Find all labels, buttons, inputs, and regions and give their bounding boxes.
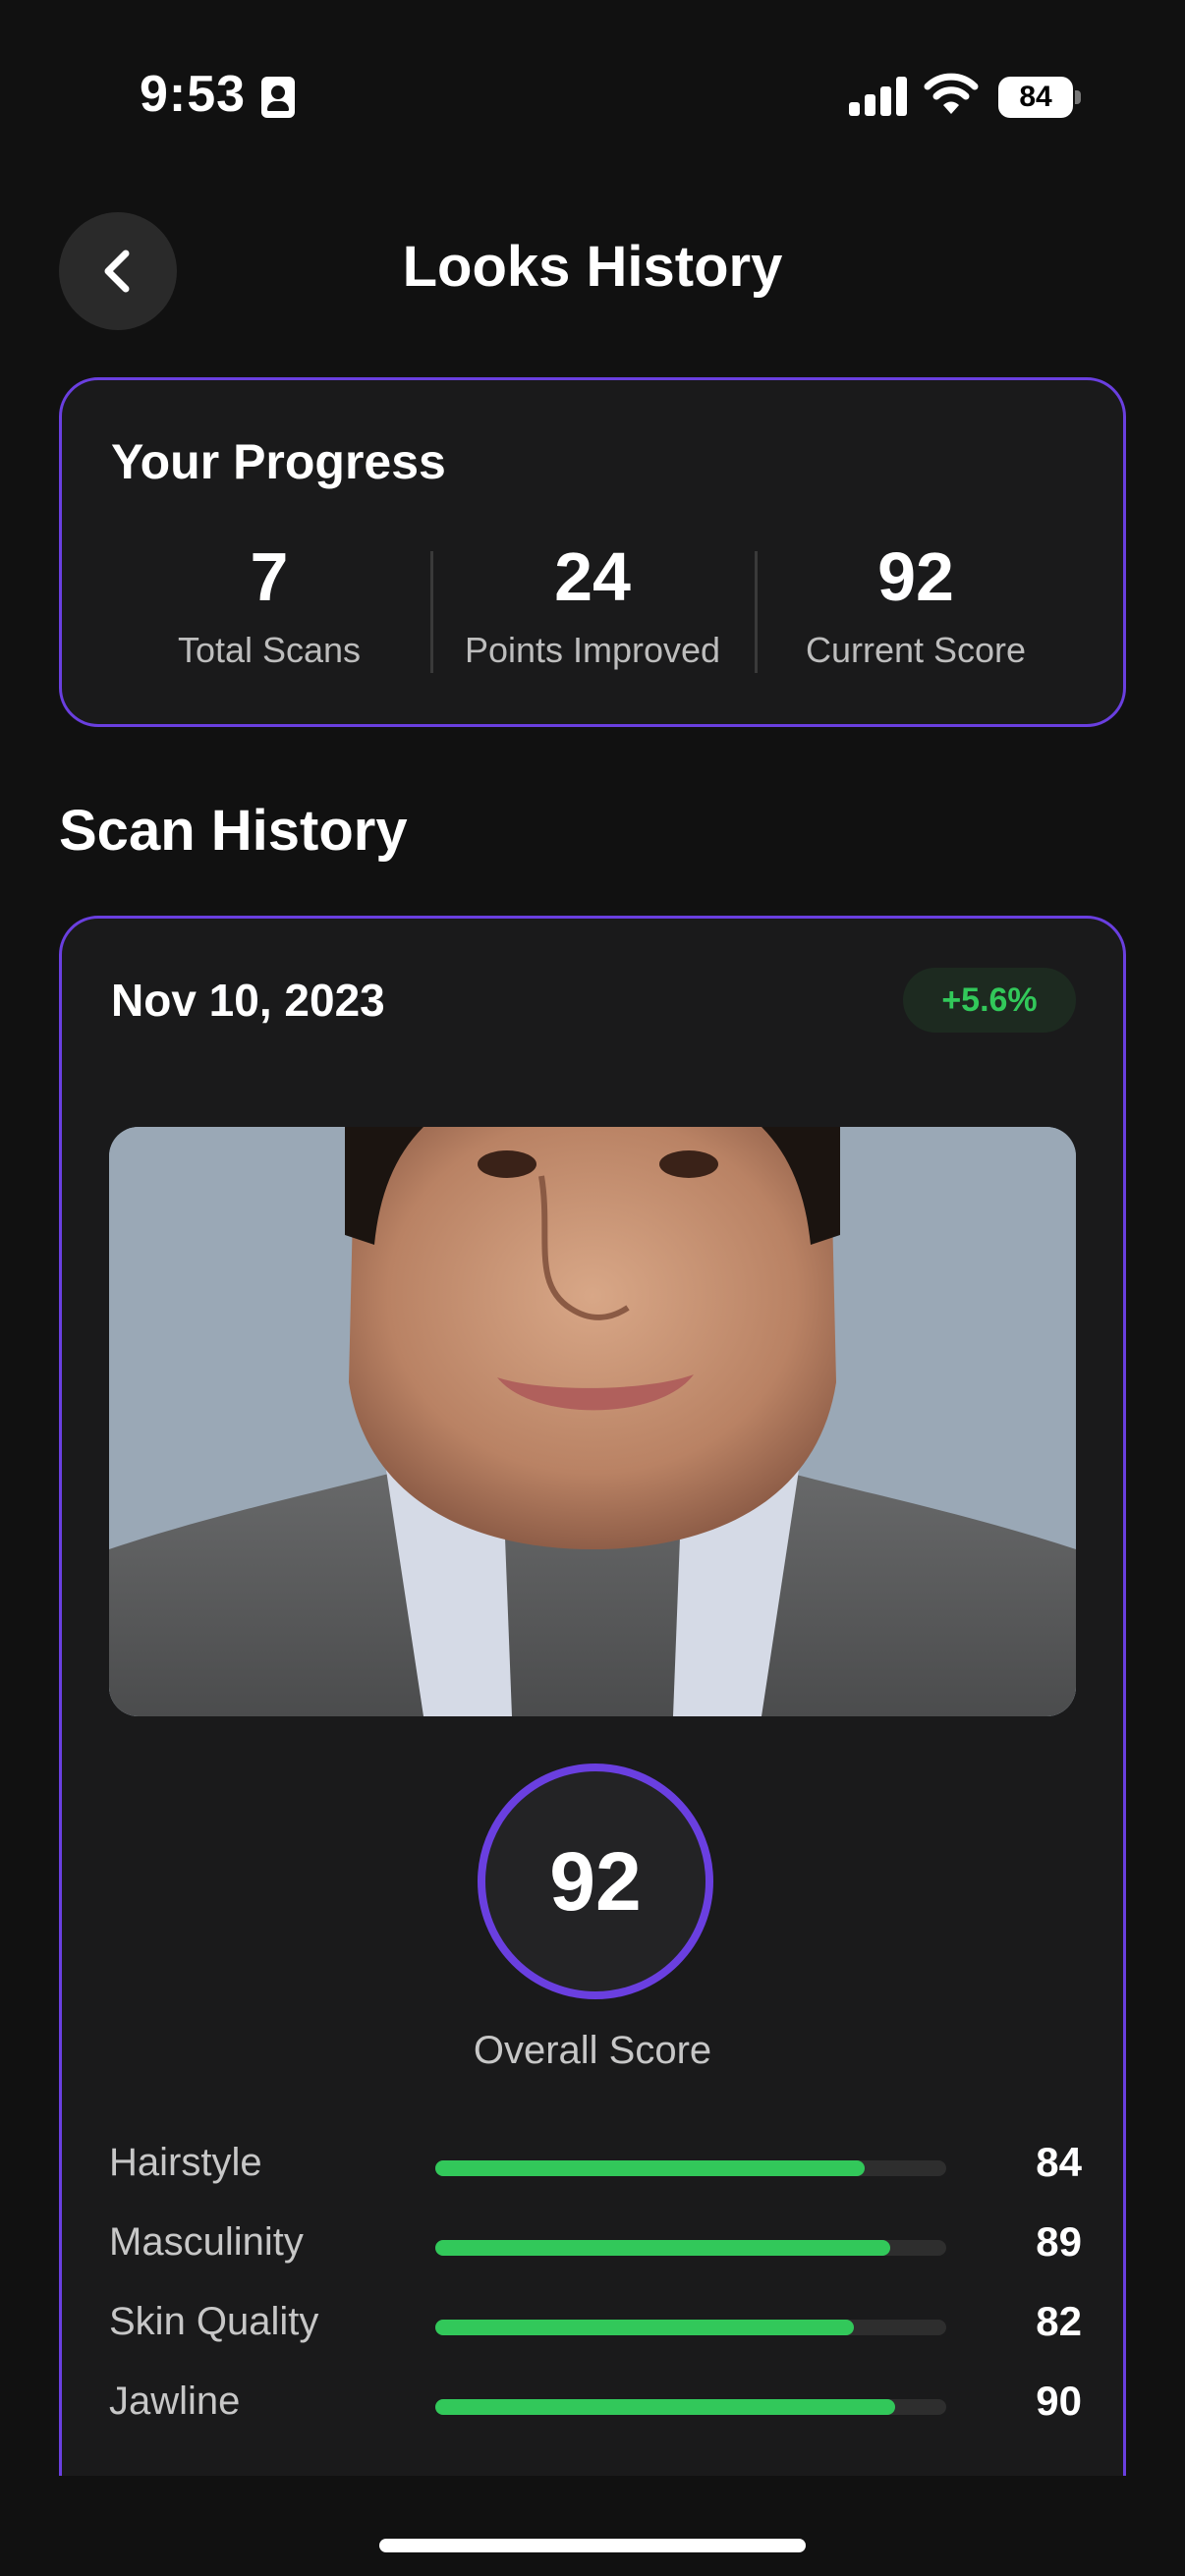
bottom-safe-area bbox=[0, 2476, 1185, 2576]
metric-bar bbox=[435, 2320, 946, 2335]
scan-history-title: Scan History bbox=[59, 799, 408, 863]
metric-row: Masculinity 89 bbox=[109, 2216, 1082, 2275]
metric-label: Skin Quality bbox=[109, 2300, 319, 2343]
metric-bar bbox=[435, 2240, 946, 2256]
metric-bar bbox=[435, 2399, 946, 2415]
page-title: Looks History bbox=[402, 235, 783, 299]
overall-score-label: Overall Score bbox=[473, 2029, 712, 2072]
progress-title: Your Progress bbox=[111, 434, 446, 489]
metric-label: Jawline bbox=[109, 2380, 241, 2423]
metric-bar-fill bbox=[435, 2160, 865, 2176]
overall-score-ring: 92 bbox=[478, 1764, 713, 1999]
stat-current-score: 92 Current Score bbox=[754, 541, 1078, 671]
cellular-signal-icon bbox=[849, 77, 908, 116]
metric-bar bbox=[435, 2160, 946, 2176]
metric-value: 82 bbox=[1036, 2298, 1082, 2344]
home-indicator[interactable] bbox=[379, 2539, 806, 2552]
metric-bar-fill bbox=[435, 2320, 855, 2335]
stat-label: Current Score bbox=[805, 630, 1027, 670]
metric-bar-fill bbox=[435, 2240, 890, 2256]
stat-value: 24 bbox=[554, 538, 631, 615]
contact-card-icon bbox=[261, 77, 295, 118]
status-bar: 9:53 84 bbox=[0, 0, 1185, 196]
scan-date: Nov 10, 2023 bbox=[111, 975, 385, 1026]
status-time: 9:53 bbox=[140, 66, 247, 123]
stat-label: Total Scans bbox=[177, 630, 362, 670]
scan-photo[interactable] bbox=[109, 1127, 1076, 1716]
metric-value: 90 bbox=[1036, 2378, 1082, 2424]
stat-label: Points Improved bbox=[464, 630, 721, 670]
metric-value: 89 bbox=[1036, 2218, 1082, 2265]
progress-card: Your Progress 7 Total Scans 24 Points Im… bbox=[59, 377, 1126, 727]
metric-row: Jawline 90 bbox=[109, 2376, 1082, 2435]
stat-value: 92 bbox=[877, 538, 954, 615]
metric-bar-fill bbox=[435, 2399, 895, 2415]
stat-points-improved: 24 Points Improved bbox=[430, 541, 755, 671]
change-badge: +5.6% bbox=[903, 968, 1076, 1033]
metric-row: Skin Quality 82 bbox=[109, 2296, 1082, 2355]
stat-total-scans: 7 Total Scans bbox=[107, 541, 431, 671]
stat-value: 7 bbox=[250, 538, 289, 615]
metric-row: Hairstyle 84 bbox=[109, 2137, 1082, 2196]
metric-label: Hairstyle bbox=[109, 2141, 262, 2184]
battery-icon: 84 bbox=[998, 77, 1081, 118]
wifi-icon bbox=[924, 71, 979, 116]
scan-card[interactable]: Nov 10, 2023 +5.6% 92 Overall Score Hair… bbox=[59, 916, 1126, 2576]
metric-value: 84 bbox=[1036, 2139, 1082, 2185]
overall-score-value: 92 bbox=[549, 1835, 642, 1928]
battery-level: 84 bbox=[998, 77, 1073, 118]
metric-label: Masculinity bbox=[109, 2220, 304, 2264]
